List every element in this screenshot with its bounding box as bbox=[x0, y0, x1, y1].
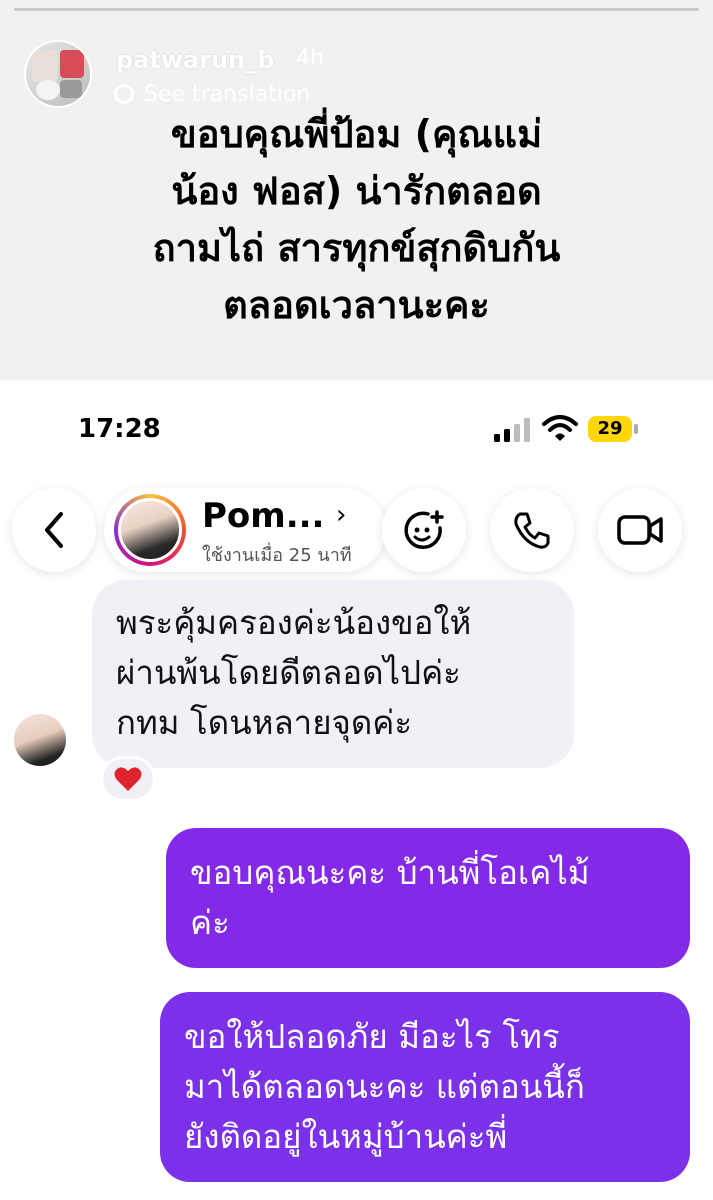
incoming-message-bubble[interactable]: พระคุ้มครองค่ะน้องขอให้ ผ่านพ้นโดยดีตลอด… bbox=[92, 580, 574, 768]
see-translation-label: See translation bbox=[144, 82, 311, 107]
video-camera-icon bbox=[617, 515, 663, 545]
status-time: 17:28 bbox=[78, 414, 161, 444]
chat-nav-bar: Pom... › ใช้งานเมื่อ 25 นาที bbox=[0, 480, 713, 580]
sender-avatar[interactable] bbox=[14, 714, 66, 766]
wifi-icon bbox=[542, 415, 578, 441]
story-header: patwarun_b 4h See translation bbox=[24, 40, 684, 110]
contact-avatar[interactable] bbox=[114, 494, 186, 566]
back-button[interactable] bbox=[12, 488, 96, 572]
story-avatar[interactable] bbox=[24, 40, 92, 108]
story-caption: ขอบคุณพี่ป้อม (คุณแม่ น้อง ฟอส) น่ารักตล… bbox=[152, 112, 561, 327]
battery-cap bbox=[634, 424, 638, 434]
status-bar: 17:28 29 bbox=[0, 380, 713, 480]
contact-active-status: ใช้งานเมื่อ 25 นาที bbox=[202, 545, 352, 566]
contact-header[interactable]: Pom... › ใช้งานเมื่อ 25 นาที bbox=[104, 488, 386, 572]
story-progress-bar bbox=[14, 8, 699, 11]
chevron-right-icon: › bbox=[336, 500, 347, 530]
chat-screenshot: 17:28 29 Pom... › ใช้งานเมื่อ 25 นาที พร… bbox=[0, 380, 713, 1200]
effects-button[interactable] bbox=[382, 488, 466, 572]
story-username[interactable]: patwarun_b bbox=[116, 46, 274, 74]
outgoing-message-bubble[interactable]: ขอให้ปลอดภัย มีอะไร โทร มาได้ตลอดนะคะ แต… bbox=[160, 992, 690, 1182]
video-call-button[interactable] bbox=[598, 488, 682, 572]
call-button[interactable] bbox=[490, 488, 574, 572]
translate-icon bbox=[114, 84, 134, 104]
heart-icon bbox=[114, 767, 142, 791]
chevron-left-icon bbox=[45, 512, 63, 548]
contact-name: Pom... bbox=[202, 496, 325, 536]
story-timestamp: 4h bbox=[296, 46, 324, 71]
message-reaction[interactable] bbox=[100, 756, 156, 802]
signal-icon bbox=[494, 418, 530, 442]
outgoing-message-bubble[interactable]: ขอบคุณนะคะ บ้านพี่โอเคไม้ ค่ะ bbox=[166, 828, 690, 968]
battery-indicator: 29 bbox=[588, 416, 632, 442]
phone-icon bbox=[514, 512, 550, 549]
sticker-plus-icon bbox=[404, 510, 444, 550]
